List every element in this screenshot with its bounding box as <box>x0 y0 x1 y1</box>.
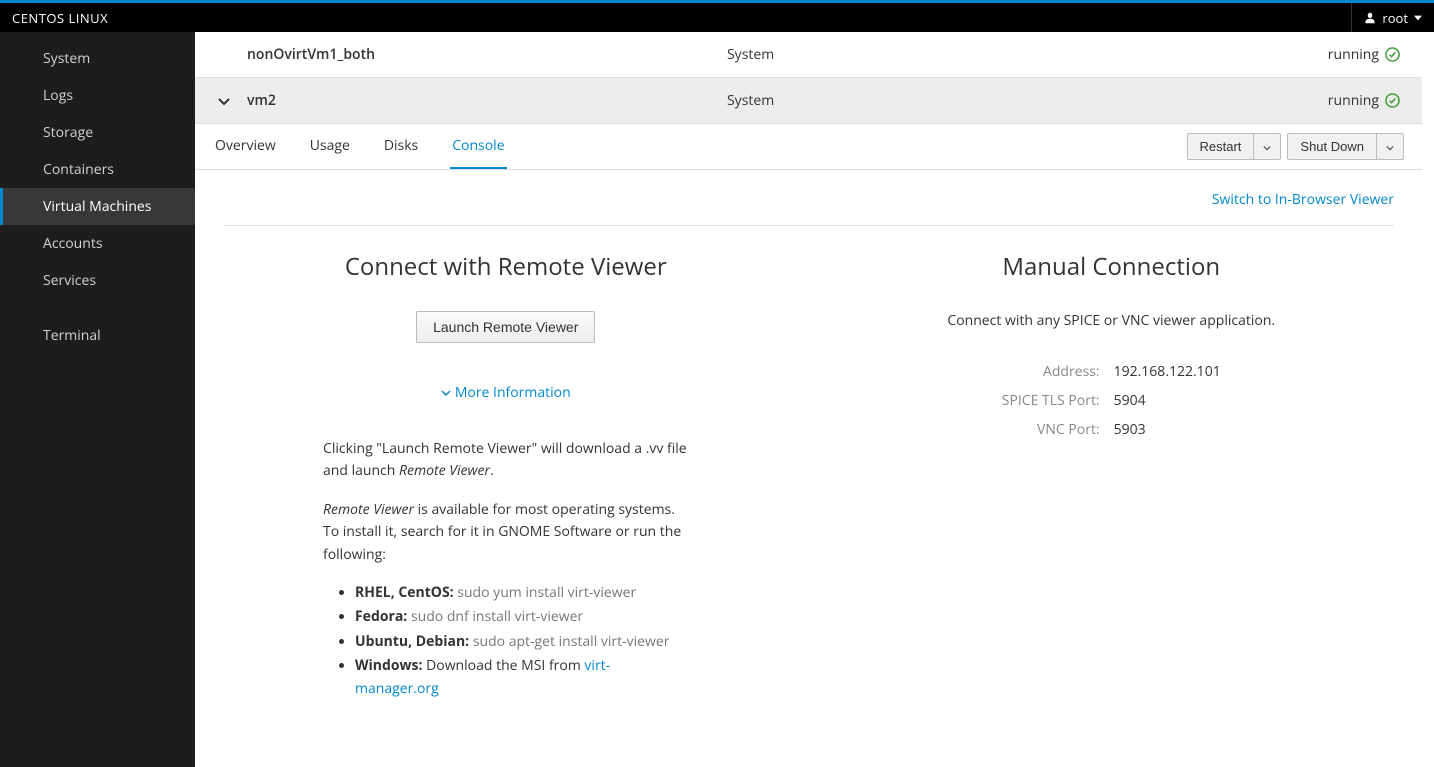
sidebar-item-containers[interactable]: Containers <box>0 151 195 188</box>
more-info-content: Clicking "Launch Remote Viewer" will dow… <box>223 438 789 700</box>
address-label: Address: <box>996 358 1106 385</box>
switch-viewer-link[interactable]: Switch to In-Browser Viewer <box>1212 190 1394 209</box>
vm-row[interactable]: nonOvirtVm1_both System running <box>195 32 1422 78</box>
spice-port-value: 5904 <box>1108 387 1227 414</box>
vm-status-text: running <box>1328 45 1379 64</box>
shutdown-button-group: Shut Down <box>1287 133 1404 160</box>
user-menu[interactable]: root <box>1351 3 1422 32</box>
main-content: nonOvirtVm1_both System running vm2 Syst… <box>195 32 1434 767</box>
tabs-bar: Overview Usage Disks Console Restart Shu… <box>195 124 1422 170</box>
connection-table: Address: 192.168.122.101 SPICE TLS Port:… <box>994 356 1229 445</box>
install-rhel: RHEL, CentOS: sudo yum install virt-view… <box>355 582 689 604</box>
spice-port-label: SPICE TLS Port: <box>996 387 1106 414</box>
shutdown-button[interactable]: Shut Down <box>1287 133 1377 160</box>
restart-dropdown[interactable] <box>1254 133 1281 160</box>
sidebar-item-services[interactable]: Services <box>0 262 195 299</box>
install-fedora: Fedora: sudo dnf install virt-viewer <box>355 606 689 628</box>
vm-connection: System <box>727 45 1328 64</box>
sidebar-item-storage[interactable]: Storage <box>0 114 195 151</box>
tab-overview[interactable]: Overview <box>213 124 278 169</box>
shutdown-dropdown[interactable] <box>1377 133 1404 160</box>
sidebar-item-virtual-machines[interactable]: Virtual Machines <box>0 188 195 225</box>
more-info-label: More Information <box>455 383 571 402</box>
check-circle-icon <box>1385 93 1400 108</box>
chevron-down-icon <box>441 389 451 397</box>
caret-down-icon <box>1414 14 1422 22</box>
os-title: CENTOS LINUX <box>12 9 108 27</box>
sidebar-item-system[interactable]: System <box>0 40 195 77</box>
sidebar-item-terminal[interactable]: Terminal <box>0 317 195 354</box>
info-text-remote-viewer: Remote Viewer <box>399 461 490 480</box>
tab-disks[interactable]: Disks <box>382 124 420 169</box>
divider <box>223 225 1394 226</box>
address-value: 192.168.122.101 <box>1108 358 1227 385</box>
collapse-toggle[interactable] <box>217 94 247 108</box>
top-bar: CENTOS LINUX root <box>0 0 1434 32</box>
install-ubuntu: Ubuntu, Debian: sudo apt-get install vir… <box>355 631 689 653</box>
manual-connection-title: Manual Connection <box>829 250 1395 283</box>
info-text-1: Clicking "Launch Remote Viewer" will dow… <box>323 439 687 480</box>
tab-usage[interactable]: Usage <box>308 124 352 169</box>
vm-status: running <box>1328 45 1400 64</box>
vm-name: nonOvirtVm1_both <box>247 45 727 64</box>
vm-status: running <box>1328 91 1400 110</box>
sidebar-item-logs[interactable]: Logs <box>0 77 195 114</box>
vnc-port-label: VNC Port: <box>996 416 1106 443</box>
sidebar: System Logs Storage Containers Virtual M… <box>0 32 195 767</box>
user-name: root <box>1382 9 1408 27</box>
tab-console[interactable]: Console <box>450 124 506 169</box>
check-circle-icon <box>1385 47 1400 62</box>
restart-button[interactable]: Restart <box>1187 133 1255 160</box>
remote-viewer-panel: Connect with Remote Viewer Launch Remote… <box>223 250 789 702</box>
vm-status-text: running <box>1328 91 1379 110</box>
restart-button-group: Restart <box>1187 133 1282 160</box>
info-text-remote-viewer-2: Remote Viewer <box>323 500 414 519</box>
vm-name: vm2 <box>247 91 727 110</box>
install-windows: Windows: Download the MSI from virt-mana… <box>355 655 689 700</box>
vnc-port-value: 5903 <box>1108 416 1227 443</box>
sidebar-item-accounts[interactable]: Accounts <box>0 225 195 262</box>
vm-row-expanded[interactable]: vm2 System running <box>195 78 1422 124</box>
caret-down-icon <box>1263 145 1271 151</box>
more-information-toggle[interactable]: More Information <box>441 383 571 402</box>
chevron-down-icon <box>217 94 231 108</box>
user-icon <box>1364 12 1376 24</box>
launch-remote-viewer-button[interactable]: Launch Remote Viewer <box>416 311 595 343</box>
caret-down-icon <box>1386 145 1394 151</box>
vm-connection: System <box>727 91 1328 110</box>
manual-connection-panel: Manual Connection Connect with any SPICE… <box>829 250 1395 702</box>
remote-viewer-title: Connect with Remote Viewer <box>223 250 789 283</box>
manual-connection-desc: Connect with any SPICE or VNC viewer app… <box>829 311 1395 330</box>
